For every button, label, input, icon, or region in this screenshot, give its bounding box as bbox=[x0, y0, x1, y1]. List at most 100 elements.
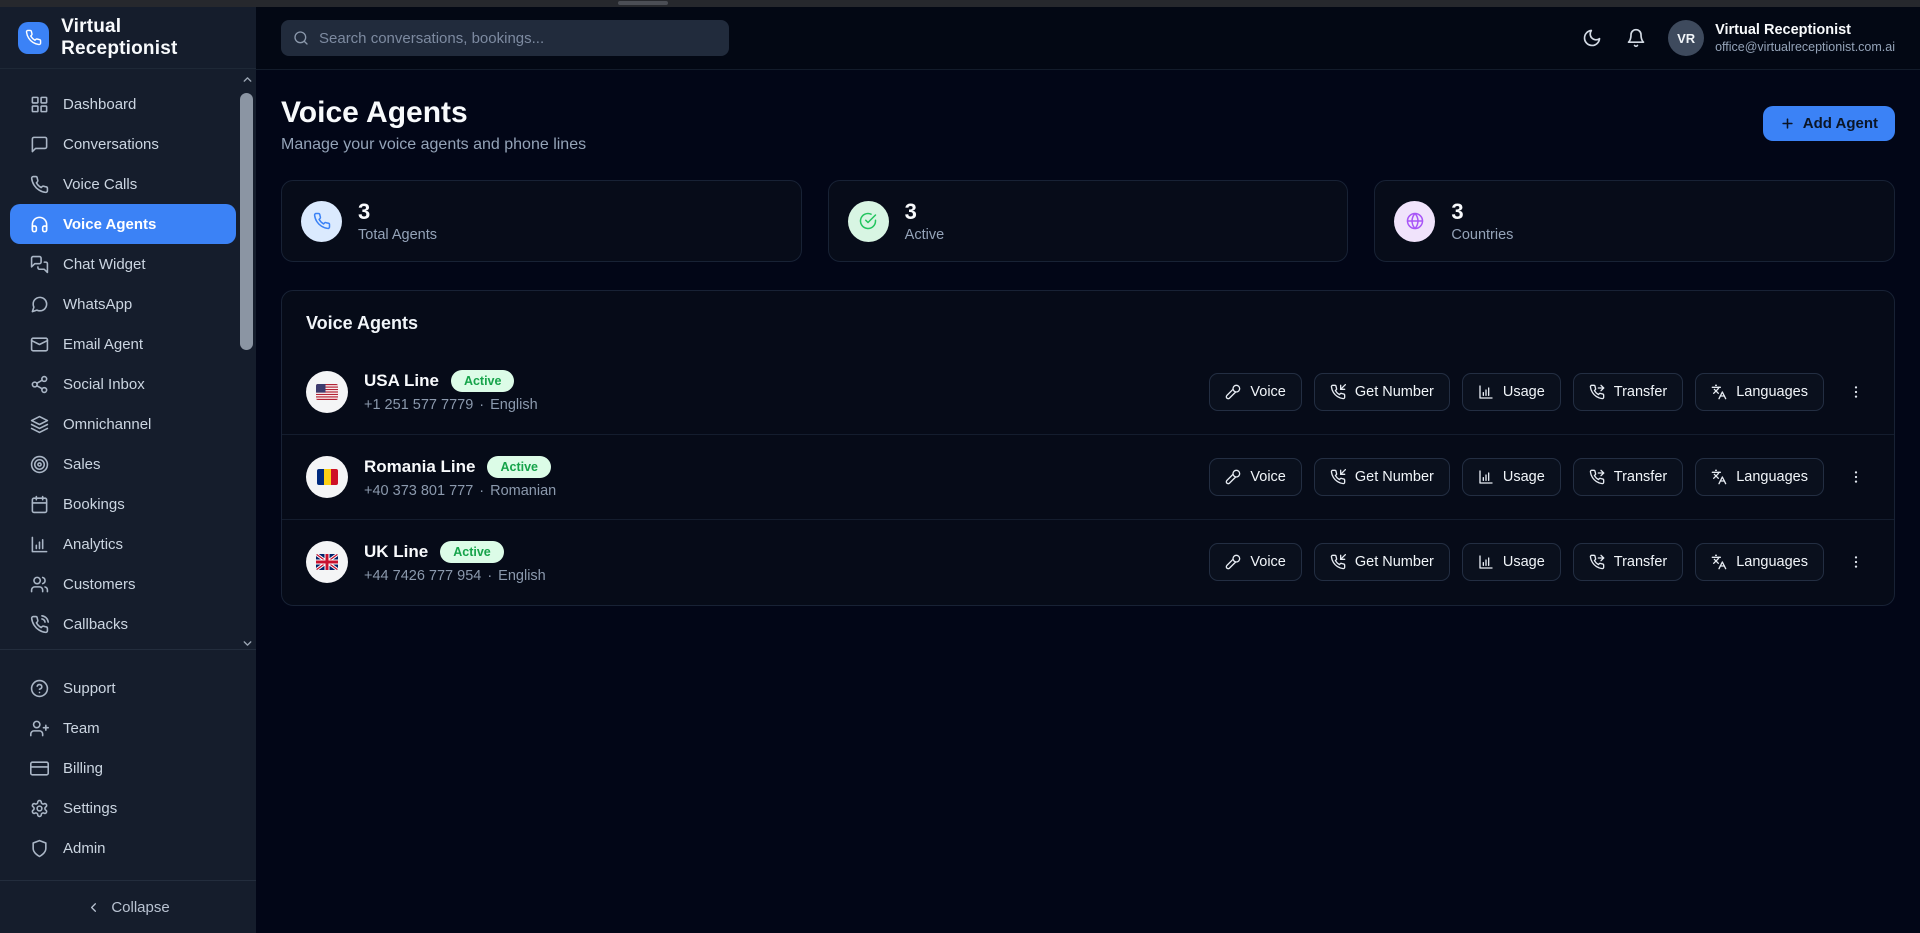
get-number-label: Get Number bbox=[1355, 554, 1434, 570]
sidebar-item-label: Sales bbox=[63, 456, 101, 473]
sidebar-item-analytics[interactable]: Analytics bbox=[0, 524, 256, 564]
sidebar-item-chat-widget[interactable]: Chat Widget bbox=[0, 244, 256, 284]
voice-button[interactable]: Voice bbox=[1209, 543, 1301, 581]
global-search[interactable] bbox=[281, 20, 729, 56]
sidebar-scrollbar-thumb[interactable] bbox=[240, 93, 253, 350]
user-identity: Virtual Receptionist office@virtualrecep… bbox=[1715, 21, 1895, 55]
languages-button[interactable]: Languages bbox=[1695, 458, 1824, 496]
voice-button[interactable]: Voice bbox=[1209, 373, 1301, 411]
sidebar-item-label: Email Agent bbox=[63, 336, 143, 353]
transfer-button[interactable]: Transfer bbox=[1573, 373, 1683, 411]
sidebar-item-social-inbox[interactable]: Social Inbox bbox=[0, 364, 256, 404]
voice-button[interactable]: Voice bbox=[1209, 458, 1301, 496]
stat-text: 3 Total Agents bbox=[358, 200, 437, 243]
get-number-button[interactable]: Get Number bbox=[1314, 458, 1450, 496]
plus-icon bbox=[1780, 116, 1795, 131]
languages-button[interactable]: Languages bbox=[1695, 543, 1824, 581]
check-circle-icon bbox=[848, 201, 889, 242]
search-input[interactable] bbox=[319, 30, 717, 47]
bar-chart-icon bbox=[30, 535, 49, 554]
languages-label: Languages bbox=[1736, 469, 1808, 485]
agent-language: English bbox=[498, 568, 546, 584]
sidebar-item-bookings[interactable]: Bookings bbox=[0, 484, 256, 524]
phone-incoming-icon bbox=[1330, 554, 1346, 570]
usage-button[interactable]: Usage bbox=[1462, 458, 1561, 496]
languages-icon bbox=[1711, 554, 1727, 570]
headphones-icon bbox=[30, 215, 49, 234]
agent-phone: +44 7426 777 954 bbox=[364, 568, 481, 584]
agent-name: USA Line bbox=[364, 371, 439, 391]
dark-mode-toggle[interactable] bbox=[1580, 26, 1604, 50]
scrollbar-up-arrow-icon[interactable] bbox=[241, 73, 254, 86]
sidebar-item-label: Chat Widget bbox=[63, 256, 146, 273]
bell-icon bbox=[1626, 28, 1646, 48]
sidebar-item-customers[interactable]: Customers bbox=[0, 564, 256, 604]
sidebar-item-voice-agents[interactable]: Voice Agents bbox=[10, 204, 236, 244]
sidebar-item-callbacks[interactable]: Callbacks bbox=[0, 604, 256, 644]
users-icon bbox=[30, 575, 49, 594]
sidebar-item-settings[interactable]: Settings bbox=[0, 788, 256, 828]
usage-button[interactable]: Usage bbox=[1462, 373, 1561, 411]
sidebar-item-omnichannel[interactable]: Omnichannel bbox=[0, 404, 256, 444]
languages-label: Languages bbox=[1736, 554, 1808, 570]
collapse-sidebar-button[interactable]: Collapse bbox=[0, 881, 256, 933]
agent-row-romania: Romania Line Active +40 373 801 777 · Ro… bbox=[282, 434, 1894, 519]
stats-row: 3 Total Agents 3 Active 3 Countries bbox=[281, 180, 1895, 262]
agent-list: USA Line Active +1 251 577 7779 · Englis… bbox=[282, 349, 1894, 604]
agent-meta: +1 251 577 7779 · English bbox=[364, 397, 538, 413]
sidebar-item-label: Admin bbox=[63, 840, 106, 857]
agent-meta: +44 7426 777 954 · English bbox=[364, 568, 546, 584]
chevron-left-icon bbox=[86, 900, 101, 915]
target-icon bbox=[30, 455, 49, 474]
get-number-label: Get Number bbox=[1355, 469, 1434, 485]
sidebar-item-whatsapp[interactable]: WhatsApp bbox=[0, 284, 256, 324]
sidebar-item-billing[interactable]: Billing bbox=[0, 748, 256, 788]
search-icon bbox=[293, 30, 309, 46]
panel-title: Voice Agents bbox=[282, 291, 1894, 334]
sidebar-item-sales[interactable]: Sales bbox=[0, 444, 256, 484]
more-vertical-icon bbox=[1848, 469, 1864, 485]
get-number-button[interactable]: Get Number bbox=[1314, 373, 1450, 411]
agent-name: Romania Line bbox=[364, 457, 475, 477]
stat-label: Countries bbox=[1451, 227, 1513, 243]
transfer-button[interactable]: Transfer bbox=[1573, 543, 1683, 581]
agent-phone: +1 251 577 7779 bbox=[364, 397, 473, 413]
sidebar-item-dashboard[interactable]: Dashboard bbox=[0, 84, 256, 124]
brand-name: Virtual Receptionist bbox=[61, 16, 238, 60]
notifications-button[interactable] bbox=[1624, 26, 1648, 50]
sidebar-item-admin[interactable]: Admin bbox=[0, 828, 256, 868]
mail-icon bbox=[30, 335, 49, 354]
row-menu-button[interactable] bbox=[1842, 465, 1870, 489]
page-title: Voice Agents bbox=[281, 95, 586, 131]
agent-name: UK Line bbox=[364, 542, 428, 562]
sidebar-item-label: Voice Agents bbox=[63, 216, 156, 233]
phone-forwarded-icon bbox=[1589, 384, 1605, 400]
sidebar-item-email-agent[interactable]: Email Agent bbox=[0, 324, 256, 364]
page-subtitle: Manage your voice agents and phone lines bbox=[281, 136, 586, 154]
scrollbar-down-arrow-icon[interactable] bbox=[241, 637, 254, 650]
calendar-icon bbox=[30, 495, 49, 514]
bar-chart-icon bbox=[1478, 384, 1494, 400]
user-menu[interactable]: VR Virtual Receptionist office@virtualre… bbox=[1668, 20, 1895, 56]
user-plus-icon bbox=[30, 719, 49, 738]
get-number-button[interactable]: Get Number bbox=[1314, 543, 1450, 581]
agent-actions: Voice Get Number Usage Transfer Language… bbox=[1209, 458, 1870, 496]
main-area: VR Virtual Receptionist office@virtualre… bbox=[256, 7, 1920, 933]
usage-button[interactable]: Usage bbox=[1462, 543, 1561, 581]
sidebar-item-team[interactable]: Team bbox=[0, 708, 256, 748]
sidebar-item-support[interactable]: Support bbox=[0, 668, 256, 708]
row-menu-button[interactable] bbox=[1842, 550, 1870, 574]
agent-actions: Voice Get Number Usage Transfer Language… bbox=[1209, 543, 1870, 581]
sidebar-item-conversations[interactable]: Conversations bbox=[0, 124, 256, 164]
row-menu-button[interactable] bbox=[1842, 380, 1870, 404]
sidebar-item-label: Billing bbox=[63, 760, 103, 777]
sidebar-item-voice-calls[interactable]: Voice Calls bbox=[0, 164, 256, 204]
voice-label: Voice bbox=[1250, 384, 1285, 400]
voice-label: Voice bbox=[1250, 469, 1285, 485]
add-agent-button[interactable]: Add Agent bbox=[1763, 106, 1895, 141]
agent-info: Romania Line Active +40 373 801 777 · Ro… bbox=[364, 456, 556, 499]
credit-card-icon bbox=[30, 759, 49, 778]
moon-icon bbox=[1582, 28, 1602, 48]
languages-button[interactable]: Languages bbox=[1695, 373, 1824, 411]
transfer-button[interactable]: Transfer bbox=[1573, 458, 1683, 496]
